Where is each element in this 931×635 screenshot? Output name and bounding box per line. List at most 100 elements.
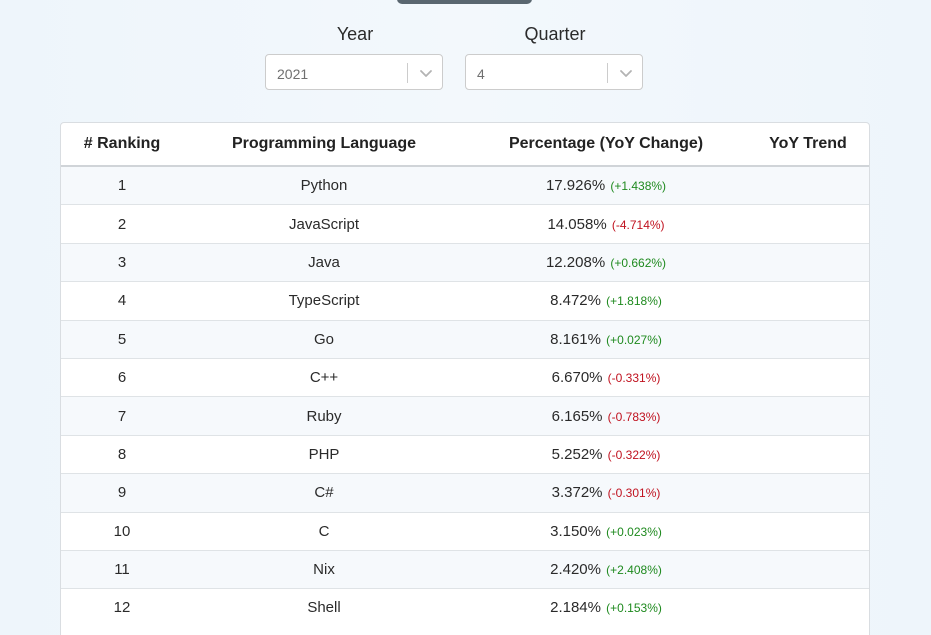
language-cell: Shell (183, 588, 465, 627)
yoy-change-value: +0.027% (610, 332, 658, 347)
language-cell: Go (183, 319, 465, 359)
language-cell: TypeScript (183, 281, 465, 321)
rank-cell: 7 (61, 396, 183, 436)
trend-cell (747, 165, 869, 205)
chevron-down-icon[interactable] (418, 65, 434, 81)
percentage-value: 14.058% (547, 215, 607, 233)
rank-cell: 4 (61, 281, 183, 321)
percentage-value: 6.165% (551, 407, 603, 425)
yoy-change: (+1.438%) (610, 179, 667, 194)
percentage-cell: 8.472% (+1.818%) (465, 281, 747, 321)
table-body: 1 Python 17.926% (+1.438%) 2 JavaScript 14.05… (61, 165, 869, 627)
ranking-table: # Ranking Programming Language Percentag… (61, 123, 869, 627)
percentage-value: 17.926% (545, 177, 606, 195)
percentage-cell: 3.372% (-0.301%) (465, 473, 747, 513)
trend-cell (747, 588, 869, 627)
yoy-change-value: +0.662% (614, 255, 663, 270)
trend-cell (747, 396, 869, 436)
table-row: 4 TypeScript 8.472% (+1.818%) (61, 281, 869, 321)
quarter-select[interactable]: 4 (465, 54, 643, 90)
table-row: 3 Java 12.208% (+0.662%) (61, 242, 869, 282)
language-cell: JavaScript (183, 204, 465, 244)
yoy-change: (-0.331%) (607, 371, 661, 386)
table-row: 1 Python 17.926% (+1.438%) (61, 165, 869, 205)
trend-cell (747, 204, 869, 244)
quarter-label: Quarter (524, 24, 586, 44)
table-row: 9 C# 3.372% (-0.301%) (61, 473, 869, 513)
yoy-change: (-4.714%) (611, 217, 665, 232)
yoy-change: (-0.301%) (607, 486, 661, 501)
percentage-cell: 3.150% (+0.023%) (465, 511, 747, 551)
ranking-table-container: # Ranking Programming Language Percentag… (60, 122, 870, 635)
year-label: Year (336, 24, 374, 44)
rank-cell: 11 (61, 549, 183, 589)
percentage-value: 2.184% (550, 599, 601, 617)
rank-cell: 3 (61, 242, 183, 282)
yoy-change-value: -0.322% (611, 447, 657, 462)
yoy-change-value: -4.714% (615, 217, 661, 232)
yoy-change-value: +1.438% (614, 179, 663, 194)
header-language[interactable]: Programming Language (183, 123, 465, 167)
yoy-change-value: +0.153% (610, 601, 658, 616)
language-cell: Nix (183, 549, 465, 589)
rank-cell: 5 (61, 319, 183, 359)
rank-cell: 10 (61, 511, 183, 551)
percentage-cell: 6.670% (-0.331%) (465, 357, 747, 397)
percentage-cell: 6.165% (-0.783%) (465, 396, 747, 436)
trend-cell (747, 511, 869, 551)
table-row: 12 Shell 2.184% (+0.153%) (61, 588, 869, 627)
quarter-select-divider (607, 63, 608, 83)
page: Year 2021 Quarter 4 # Ranking Programmin… (0, 0, 931, 635)
percentage-cell: 5.252% (-0.322%) (465, 434, 747, 474)
language-cell: Ruby (183, 396, 465, 436)
language-cell: Python (183, 165, 465, 205)
percentage-value: 6.670% (551, 369, 603, 387)
percentage-cell: 12.208% (+0.662%) (465, 242, 747, 282)
language-cell: C++ (183, 357, 465, 397)
submit-button[interactable] (397, 0, 532, 4)
header-ranking[interactable]: # Ranking (61, 123, 183, 167)
header-trend[interactable]: YoY Trend (747, 123, 869, 167)
table-header-row: # Ranking Programming Language Percentag… (61, 123, 869, 167)
trend-cell (747, 357, 869, 397)
chevron-down-icon[interactable] (618, 65, 634, 81)
yoy-change-value: +1.818% (610, 294, 658, 309)
trend-cell (747, 242, 869, 282)
header-percentage[interactable]: Percentage (YoY Change) (465, 123, 747, 167)
quarter-select-value: 4 (477, 66, 485, 82)
percentage-cell: 2.420% (+2.408%) (465, 549, 747, 589)
year-select[interactable]: 2021 (265, 54, 443, 90)
rank-cell: 6 (61, 357, 183, 397)
yoy-change: (+2.408%) (606, 563, 662, 578)
yoy-change: (-0.322%) (607, 447, 661, 462)
rank-cell: 8 (61, 434, 183, 474)
percentage-value: 8.161% (550, 330, 601, 348)
table-row: 7 Ruby 6.165% (-0.783%) (61, 396, 869, 436)
trend-cell (747, 319, 869, 359)
rank-cell: 1 (61, 165, 183, 205)
yoy-change: (+0.662%) (610, 255, 667, 270)
percentage-cell: 17.926% (+1.438%) (465, 165, 747, 205)
language-cell: PHP (183, 434, 465, 474)
percentage-cell: 14.058% (-4.714%) (465, 204, 747, 244)
percentage-value: 3.150% (550, 522, 601, 540)
trend-cell (747, 434, 869, 474)
trend-cell (747, 549, 869, 589)
percentage-value: 3.372% (551, 484, 603, 502)
language-cell: Java (183, 242, 465, 282)
yoy-change-value: -0.301% (611, 486, 657, 501)
yoy-change-value: +2.408% (610, 563, 658, 578)
year-select-value: 2021 (277, 66, 309, 82)
table-row: 2 JavaScript 14.058% (-4.714%) (61, 204, 869, 244)
trend-cell (747, 281, 869, 321)
yoy-change: (+0.023%) (606, 524, 662, 539)
language-cell: C (183, 511, 465, 551)
yoy-change-value: +0.023% (610, 524, 658, 539)
percentage-cell: 8.161% (+0.027%) (465, 319, 747, 359)
rank-cell: 2 (61, 204, 183, 244)
table-row: 10 C 3.150% (+0.023%) (61, 511, 869, 551)
yoy-change-value: -0.331% (611, 371, 657, 386)
yoy-change: (+0.153%) (606, 601, 662, 616)
language-cell: C# (183, 473, 465, 513)
percentage-cell: 2.184% (+0.153%) (465, 588, 747, 627)
